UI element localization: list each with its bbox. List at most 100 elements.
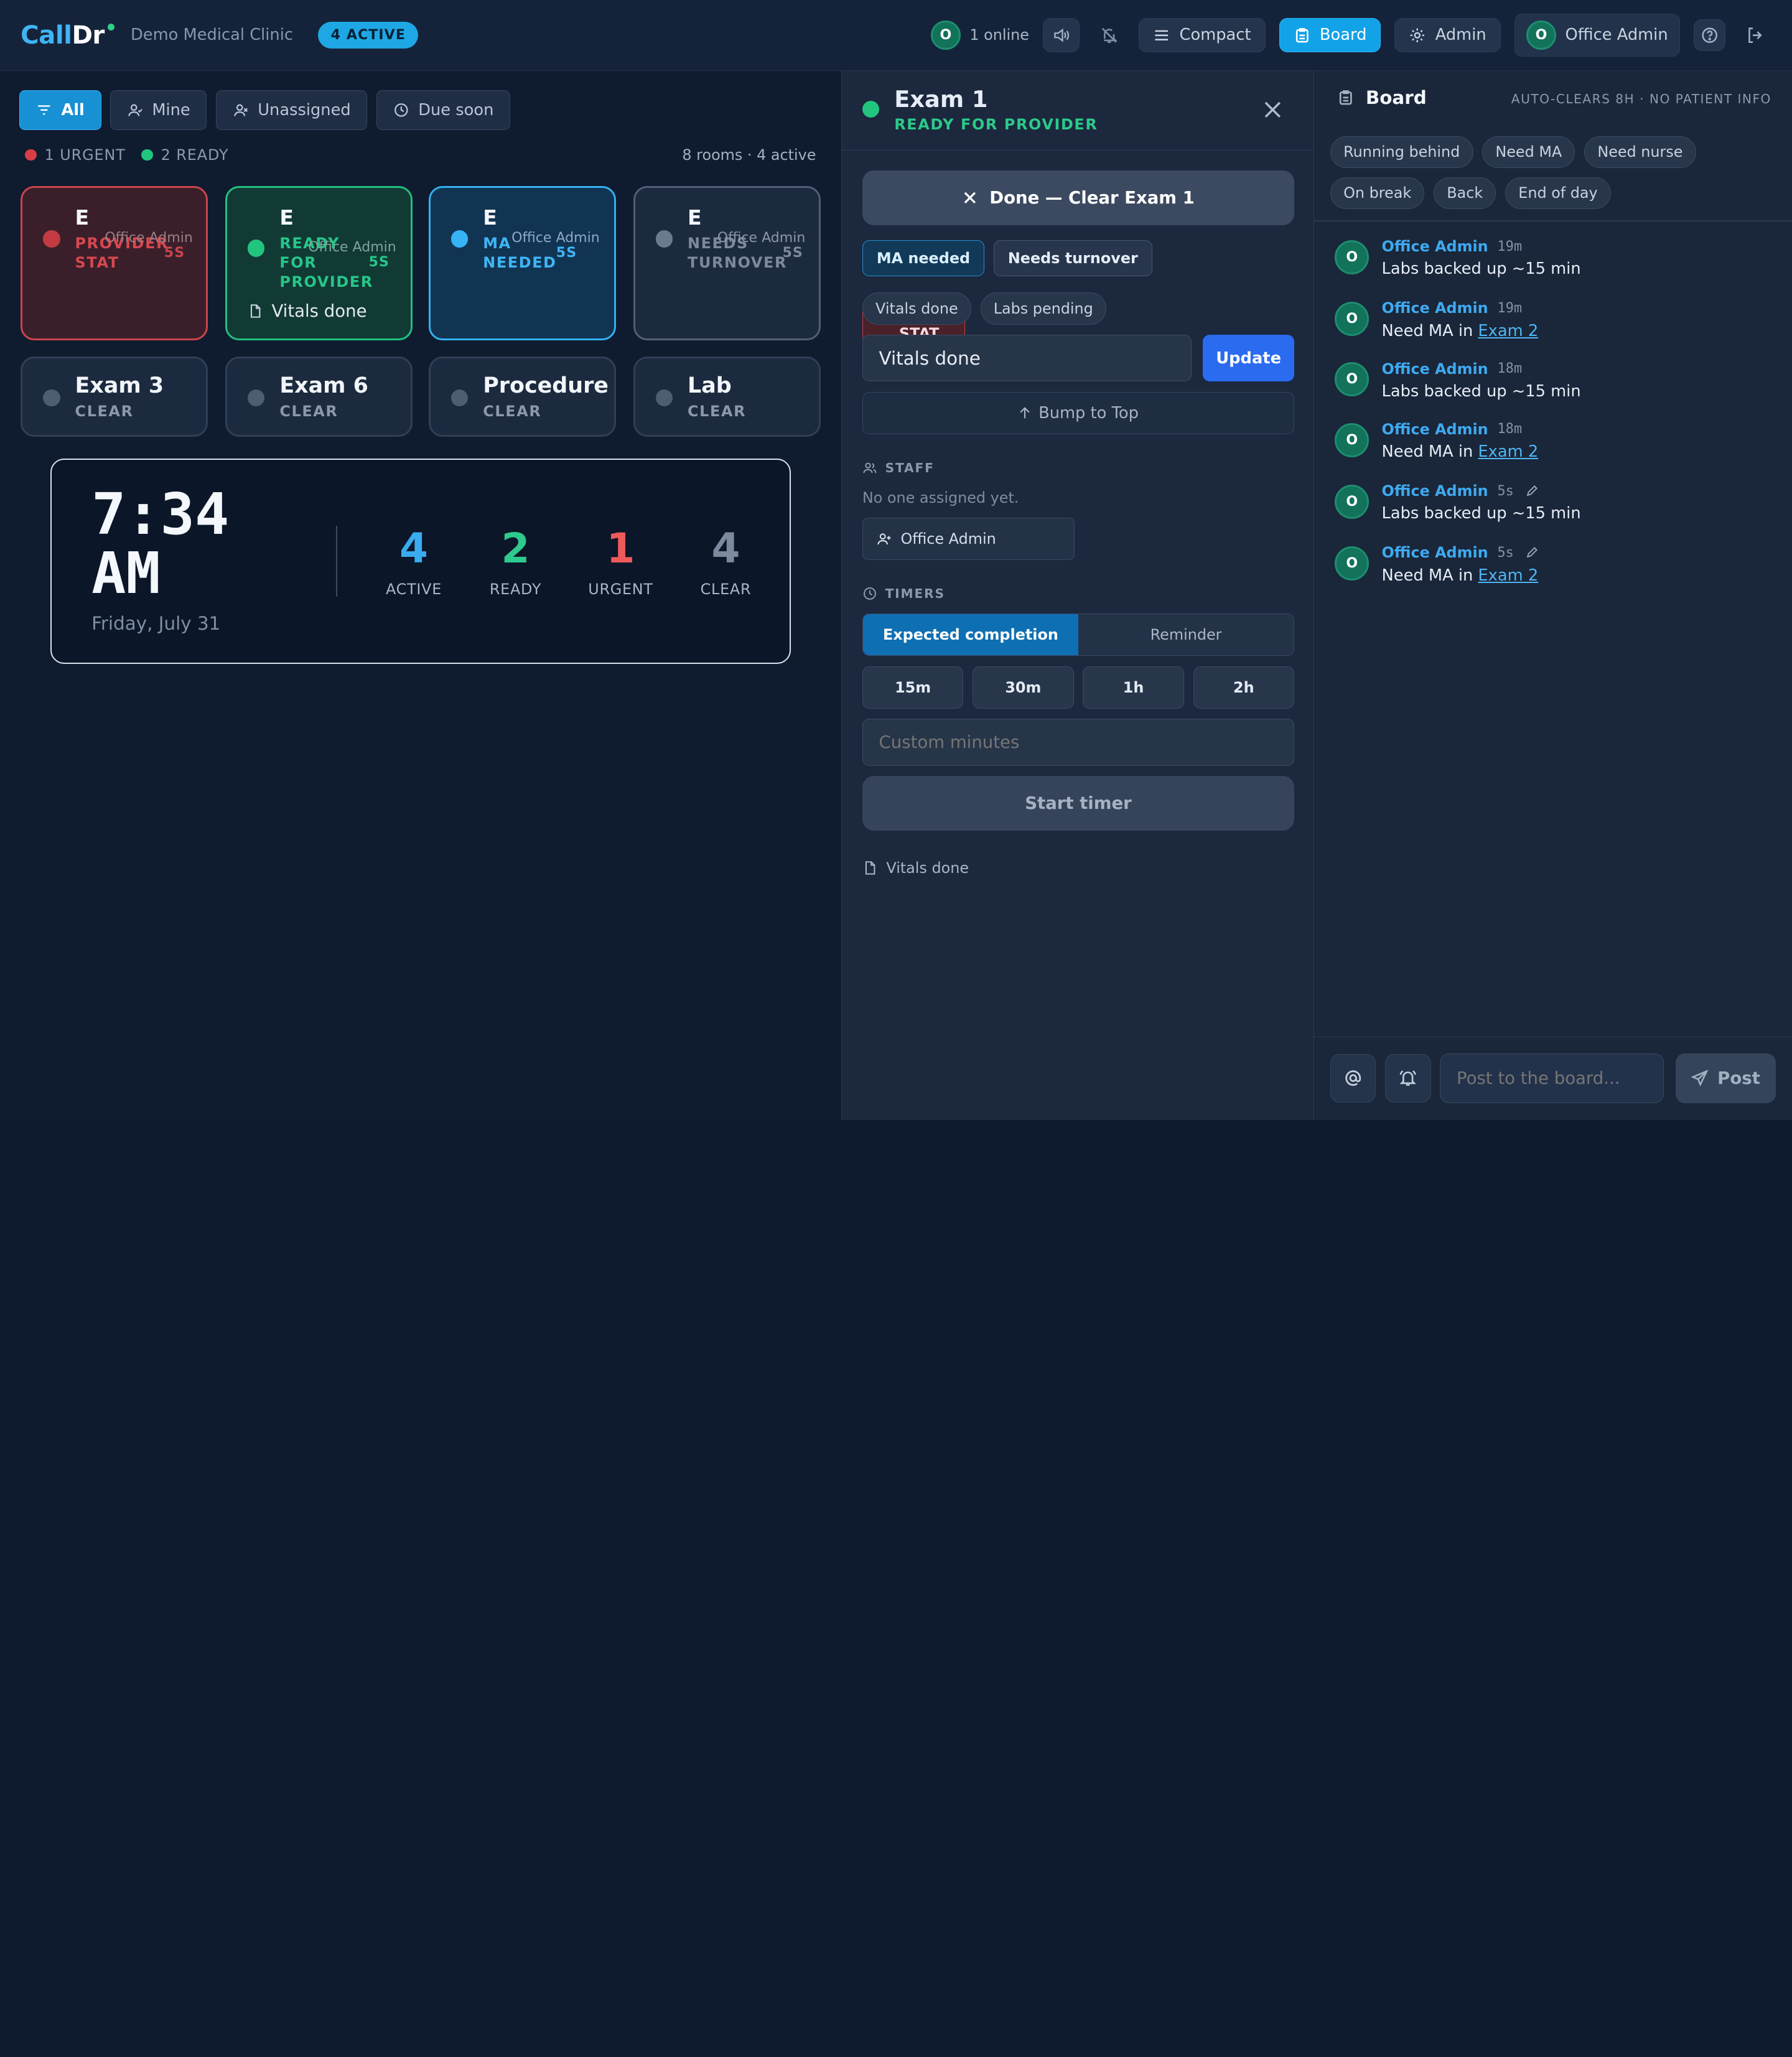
room-elapsed: 5S (164, 245, 185, 261)
vitals-done-chip[interactable]: Vitals done (862, 292, 971, 325)
message-header: Office Admin 19m (1382, 299, 1539, 317)
stat-label: ACTIVE (386, 581, 442, 599)
board-divider (1314, 220, 1792, 222)
need-ma-chip[interactable]: Need MA (1482, 136, 1575, 168)
room-note: Vitals done (248, 301, 367, 321)
timer-duration-options: 15m 30m 1h 2h (862, 666, 1295, 709)
room-name: Lab (688, 373, 732, 398)
mention-button[interactable] (1330, 1054, 1376, 1103)
duration-15m-button[interactable]: 15m (862, 666, 964, 709)
end-of-day-chip[interactable]: End of day (1505, 177, 1611, 210)
help-button[interactable] (1694, 19, 1726, 52)
x-icon (964, 192, 976, 203)
admin-button[interactable]: Admin (1394, 17, 1501, 52)
board-composer: Post (1314, 1036, 1792, 1120)
need-nurse-chip[interactable]: Need nurse (1584, 136, 1696, 168)
clock-date: Friday, July 31 (91, 612, 221, 634)
logout-button[interactable] (1739, 19, 1771, 51)
done-clear-button[interactable]: Done — Clear Exam 1 (862, 170, 1295, 225)
running-behind-chip[interactable]: Running behind (1330, 136, 1473, 168)
duration-30m-button[interactable]: 30m (973, 666, 1074, 709)
list-icon (1155, 30, 1169, 40)
room-note-input[interactable] (862, 335, 1192, 382)
room-card-exam-3[interactable]: Exam 3 CLEAR (21, 357, 208, 437)
bump-to-top-button[interactable]: Bump to Top (862, 391, 1295, 434)
done-clear-label: Done — Clear Exam 1 (989, 187, 1195, 208)
clipboard-icon (1295, 27, 1309, 43)
room-card-provider-stat[interactable]: E PROVIDER STAT Office Admin 5S (21, 186, 208, 341)
filter-unassigned-button[interactable]: Unassigned (216, 90, 368, 131)
ma-needed-tag[interactable]: MA needed (862, 240, 985, 277)
filter-all-button[interactable]: All (19, 90, 101, 131)
room-status-line-2: TURNOVER (688, 254, 788, 272)
custom-minutes-input[interactable] (862, 719, 1295, 766)
online-count: 1 online (969, 26, 1029, 44)
filter-mine-label: Mine (152, 101, 190, 120)
room-card-exam-6[interactable]: Exam 6 CLEAR (225, 357, 413, 437)
bump-label: Bump to Top (1038, 403, 1139, 422)
duration-1h-button[interactable]: 1h (1083, 666, 1184, 709)
needs-turnover-tag[interactable]: Needs turnover (993, 240, 1152, 277)
labs-pending-chip[interactable]: Labs pending (980, 292, 1106, 325)
start-timer-button[interactable]: Start timer (862, 776, 1295, 831)
room-status: CLEAR (483, 402, 542, 420)
post-button[interactable]: Post (1675, 1053, 1776, 1104)
room-status: CLEAR (75, 402, 134, 420)
board-message: O Office Admin 18m Need MA in Exam 2 (1335, 421, 1538, 461)
room-card-ma-needed[interactable]: E MA NEEDED Office Admin 5S (428, 186, 616, 341)
current-note-text: Vitals done (886, 859, 969, 877)
message-body: Office Admin 5s Labs backed up ~15 min (1382, 482, 1581, 523)
timers-section-label: TIMERS (862, 586, 945, 601)
board-title-text: Board (1365, 86, 1427, 108)
room-link[interactable]: Exam 2 (1478, 322, 1538, 340)
message-body: Office Admin 19m Labs backed up ~15 min (1382, 238, 1581, 278)
room-status: CLEAR (688, 402, 747, 420)
edit-icon[interactable] (1525, 546, 1539, 559)
room-card-lab[interactable]: Lab CLEAR (633, 357, 821, 437)
back-chip[interactable]: Back (1434, 177, 1496, 210)
room-status-dot (655, 230, 673, 248)
room-card-needs-turnover[interactable]: E NEEDS TURNOVER Office Admin 5S (633, 186, 821, 341)
room-link[interactable]: Exam 2 (1478, 442, 1538, 461)
compact-view-button[interactable]: Compact (1139, 17, 1266, 52)
room-assignee: Office Admin (105, 230, 193, 246)
board-view-button[interactable]: Board (1279, 17, 1381, 52)
filter-due-soon-button[interactable]: Due soon (376, 90, 511, 131)
alert-button[interactable] (1385, 1054, 1431, 1103)
update-note-button[interactable]: Update (1203, 335, 1295, 382)
expected-completion-tab[interactable]: Expected completion (862, 614, 1078, 656)
timer-mode-toggle: Expected completion Reminder (862, 613, 1295, 656)
sound-toggle-button[interactable] (1043, 17, 1080, 52)
room-status-dot (43, 389, 60, 407)
user-menu-button[interactable]: O Office Admin (1514, 13, 1680, 57)
message-time-wrap: 5s (1497, 545, 1539, 561)
message-time: 18m (1497, 421, 1523, 437)
on-break-chip[interactable]: On break (1330, 177, 1425, 210)
room-card-ready-for-provider[interactable]: E READY FOR PROVIDER Office Admin 5S Vit… (225, 186, 413, 341)
duration-2h-button[interactable]: 2h (1193, 666, 1295, 709)
reminder-tab[interactable]: Reminder (1078, 614, 1294, 655)
room-status-dot (247, 389, 265, 407)
room-status: CLEAR (279, 402, 338, 420)
assign-staff-button[interactable]: Office Admin (862, 518, 1075, 560)
gear-icon (1411, 28, 1425, 42)
edit-icon[interactable] (1525, 484, 1539, 498)
message-avatar: O (1335, 362, 1370, 397)
close-icon[interactable] (1261, 98, 1284, 121)
board-post-input[interactable] (1440, 1053, 1664, 1104)
message-author: Office Admin (1381, 544, 1488, 562)
help-icon (1702, 27, 1718, 43)
status-tag-row: MA needed Provider STAT Needs turnover (862, 240, 1152, 343)
message-header: Office Admin 18m (1382, 360, 1581, 378)
message-author: Office Admin (1381, 299, 1488, 317)
room-name: E (75, 205, 90, 230)
room-status-line-2: FOR (279, 254, 317, 272)
board-message: O Office Admin 5s Labs backed up ~15 min (1335, 482, 1581, 523)
room-link[interactable]: Exam 2 (1478, 566, 1538, 585)
active-count-badge: 4 ACTIVE (318, 21, 419, 49)
notifications-muted-button[interactable] (1093, 19, 1125, 51)
stat-number: 4 (399, 525, 429, 573)
board-label: Board (1319, 26, 1367, 45)
filter-mine-button[interactable]: Mine (110, 90, 207, 131)
room-card-procedure[interactable]: Procedure CLEAR (428, 357, 616, 437)
